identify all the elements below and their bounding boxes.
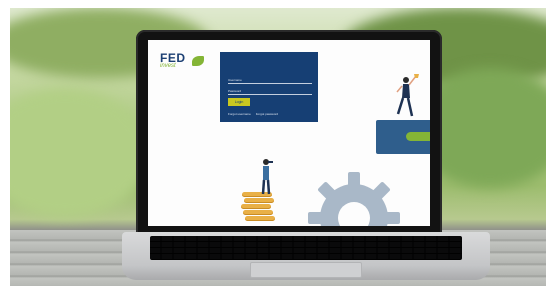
login-panel: Username Password Login Forgot username …	[220, 52, 318, 122]
forgot-username-link[interactable]: Forgot username	[228, 112, 251, 116]
forgot-password-link[interactable]: Forgot password	[256, 112, 278, 116]
gear-icon	[308, 172, 400, 226]
coin-stack	[244, 198, 274, 203]
login-links: Forgot username Forgot password	[228, 112, 282, 116]
laptop-trackpad	[250, 262, 362, 278]
laptop-screen: FED invest Username Password Login Forgo…	[148, 40, 430, 226]
coin-stack	[241, 204, 271, 209]
coin-stack	[243, 210, 273, 215]
background-field	[10, 88, 150, 218]
password-field[interactable]: Password	[228, 87, 312, 95]
password-placeholder: Password	[228, 89, 242, 93]
brand-logo: FED invest	[160, 52, 204, 70]
login-button[interactable]: Login	[228, 98, 250, 106]
brand-tagline: invest	[160, 63, 176, 69]
username-placeholder: Username	[228, 78, 242, 82]
laptop-keyboard	[150, 236, 462, 260]
person-with-binoculars-illustration	[261, 159, 273, 195]
username-field[interactable]: Username	[228, 76, 312, 84]
coin-stack	[245, 216, 275, 221]
leaf-icon	[192, 56, 204, 66]
wallet-clasp	[406, 132, 430, 141]
person-with-trophy-illustration	[396, 74, 419, 117]
